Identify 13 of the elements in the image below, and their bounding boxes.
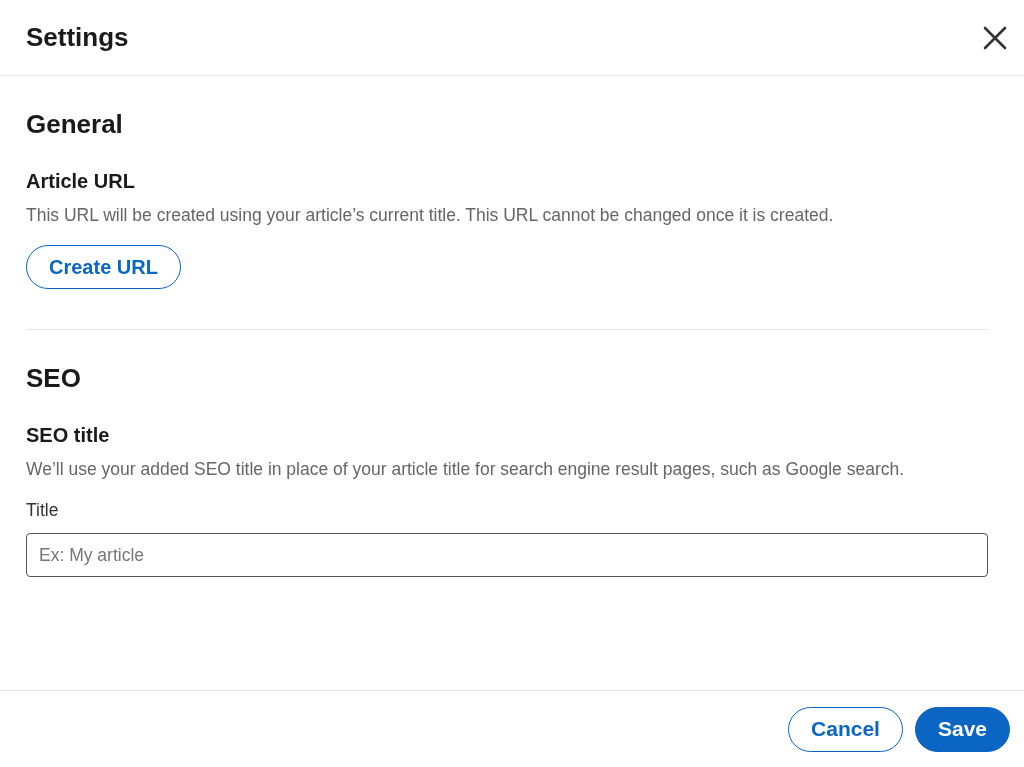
dialog-title: Settings [26, 22, 129, 53]
cancel-button[interactable]: Cancel [788, 706, 903, 752]
create-url-button[interactable]: Create URL [26, 245, 181, 289]
field-description: We’ll use your added SEO title in place of your article title for search engine result pages, such as Google search. [26, 458, 906, 481]
field-description: This URL will be created using your article’s current title. This URL cannot be changed once it is created. [26, 204, 835, 227]
field-label: SEO title [26, 424, 111, 447]
save-button[interactable]: Save [914, 706, 1010, 752]
close-icon [982, 24, 1008, 51]
title-input-field[interactable]: Ex: My article [26, 533, 988, 577]
field-label: Article URL [26, 170, 136, 193]
section-heading: SEO [26, 362, 82, 395]
input-label: Title [26, 500, 60, 521]
section-heading: General [26, 108, 124, 141]
